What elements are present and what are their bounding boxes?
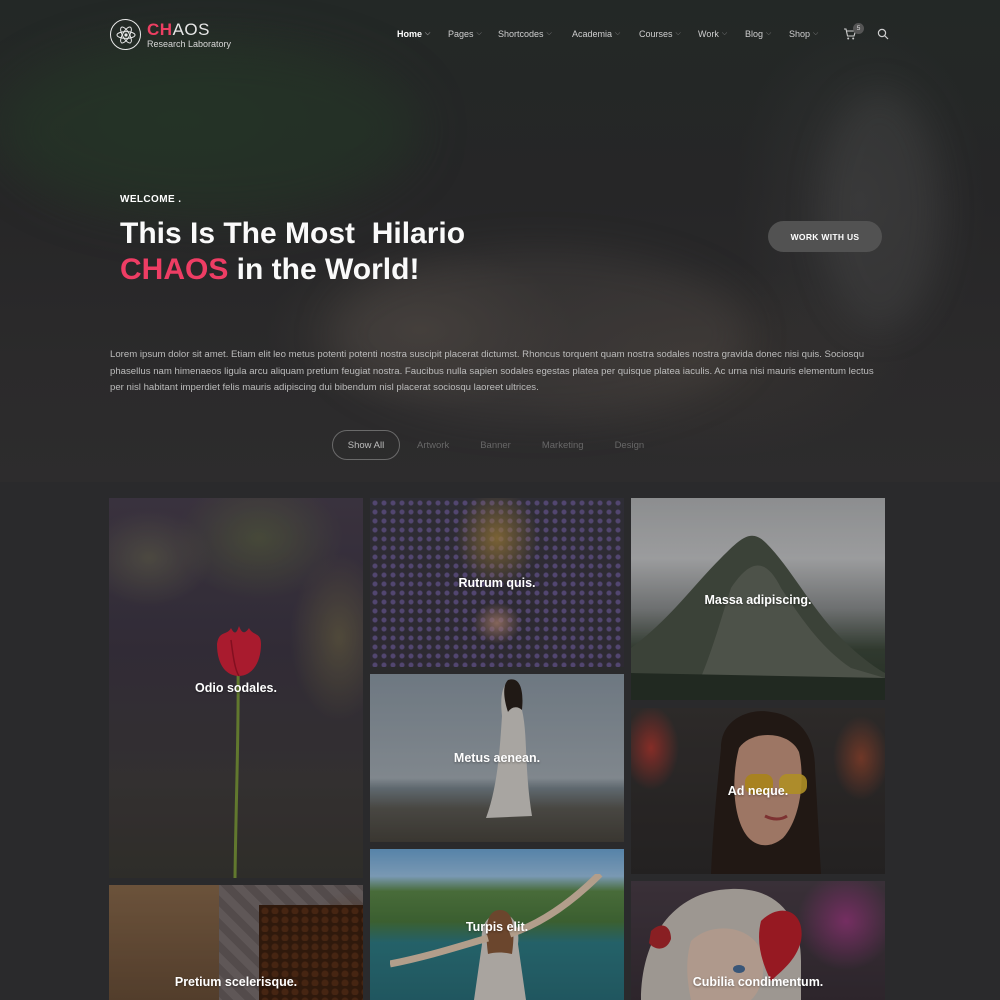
nav-item-academia[interactable]: Academia ⌵ (572, 29, 639, 39)
chevron-down-icon: ⌵ (721, 30, 728, 37)
filter-marketing[interactable]: Marketing (542, 440, 584, 451)
portfolio-title: Massa adipiscing. (704, 593, 812, 607)
nav-label: Shortcodes (498, 29, 544, 39)
work-with-us-button[interactable]: WORK WITH US (768, 221, 882, 252)
portfolio-item[interactable]: Metus aenean. (370, 674, 624, 842)
hero-headline-rest: in the World! (228, 253, 420, 286)
chevron-down-icon: ⌵ (476, 30, 482, 37)
chevron-down-icon: ⌵ (766, 30, 772, 37)
brand-name: CHAOS (147, 21, 231, 38)
hero-photo-foliage (0, 40, 420, 220)
brand-subtitle: Research Laboratory (147, 38, 232, 49)
chevron-down-icon: ⌵ (425, 30, 431, 37)
chevron-down-icon: ⌵ (615, 30, 621, 37)
portfolio-item[interactable]: Ad neque. (631, 708, 885, 874)
portfolio-title: Cubilia condimentum. (692, 975, 824, 989)
portfolio-title: Rutrum quis. (458, 576, 536, 590)
nav-label: Home (397, 29, 423, 39)
hero-photo-legs (820, 90, 940, 330)
brand-logo[interactable]: CHAOS Research Laboratory (110, 19, 231, 50)
portfolio-item[interactable]: Odio sodales. (109, 498, 363, 878)
search-icon[interactable] (877, 28, 889, 40)
nav-label: Academia (572, 29, 613, 39)
nav-item-shop[interactable]: Shop ⌵ (789, 29, 829, 39)
cart-count-badge: 5 (853, 23, 864, 34)
portfolio-item[interactable]: Cubilia condimentum. (631, 881, 885, 1000)
hero-description: Lorem ipsum dolor sit amet. Etiam elit l… (110, 349, 874, 393)
nav-item-work[interactable]: Work ⌵ (698, 29, 745, 39)
portfolio-title: Odio sodales. (195, 681, 277, 695)
portfolio-title: Ad neque. (727, 784, 789, 798)
chevron-down-icon: ⌵ (546, 30, 552, 37)
portfolio-filters: Show All Artwork Banner Marketing Design (332, 430, 675, 460)
nav-label: Pages (448, 29, 474, 39)
filter-show-all[interactable]: Show All (332, 430, 400, 460)
main-nav: Home ⌵ Pages ⌵ Shortcodes ⌵ Academia ⌵ Cours… (397, 29, 829, 39)
hero-headline: This Is The Most Hilario CHAOS in the Wo… (120, 216, 465, 288)
nav-label: Blog (745, 29, 764, 39)
filter-design[interactable]: Design (615, 440, 645, 451)
portfolio-item[interactable]: Pretium scelerisque. (109, 885, 363, 1000)
filter-artwork[interactable]: Artwork (417, 440, 449, 451)
portfolio-title: Metus aenean. (453, 751, 541, 765)
chevron-down-icon: ⌵ (675, 30, 681, 37)
nav-item-courses[interactable]: Courses ⌵ (639, 29, 698, 39)
nav-label: Work (698, 29, 719, 39)
portfolio-title: Pretium scelerisque. (174, 975, 298, 989)
hero-headline-accent: CHAOS (120, 253, 229, 286)
hero-welcome: WELCOME . (120, 194, 182, 205)
nav-item-shortcodes[interactable]: Shortcodes ⌵ (498, 29, 572, 39)
brand-name-accent: CH (147, 19, 173, 39)
brand-name-rest: AOS (172, 19, 210, 39)
nav-label: Courses (639, 29, 673, 39)
portfolio-item[interactable]: Massa adipiscing. (631, 498, 885, 700)
hero-headline-line2: CHAOS in the World! (120, 252, 465, 288)
nav-item-home[interactable]: Home ⌵ (397, 29, 448, 39)
hero-headline-line1: This Is The Most Hilario (120, 217, 466, 250)
nav-label: Shop (789, 29, 811, 39)
chevron-down-icon: ⌵ (813, 30, 819, 37)
nav-item-pages[interactable]: Pages ⌵ (448, 29, 498, 39)
portfolio-item[interactable]: Rutrum quis. (370, 498, 624, 667)
portfolio-item[interactable]: Turpis elit. (370, 849, 624, 1000)
atom-icon (110, 19, 141, 50)
portfolio-title: Turpis elit. (465, 920, 529, 934)
nav-item-blog[interactable]: Blog ⌵ (745, 29, 789, 39)
filter-banner[interactable]: Banner (480, 440, 511, 451)
